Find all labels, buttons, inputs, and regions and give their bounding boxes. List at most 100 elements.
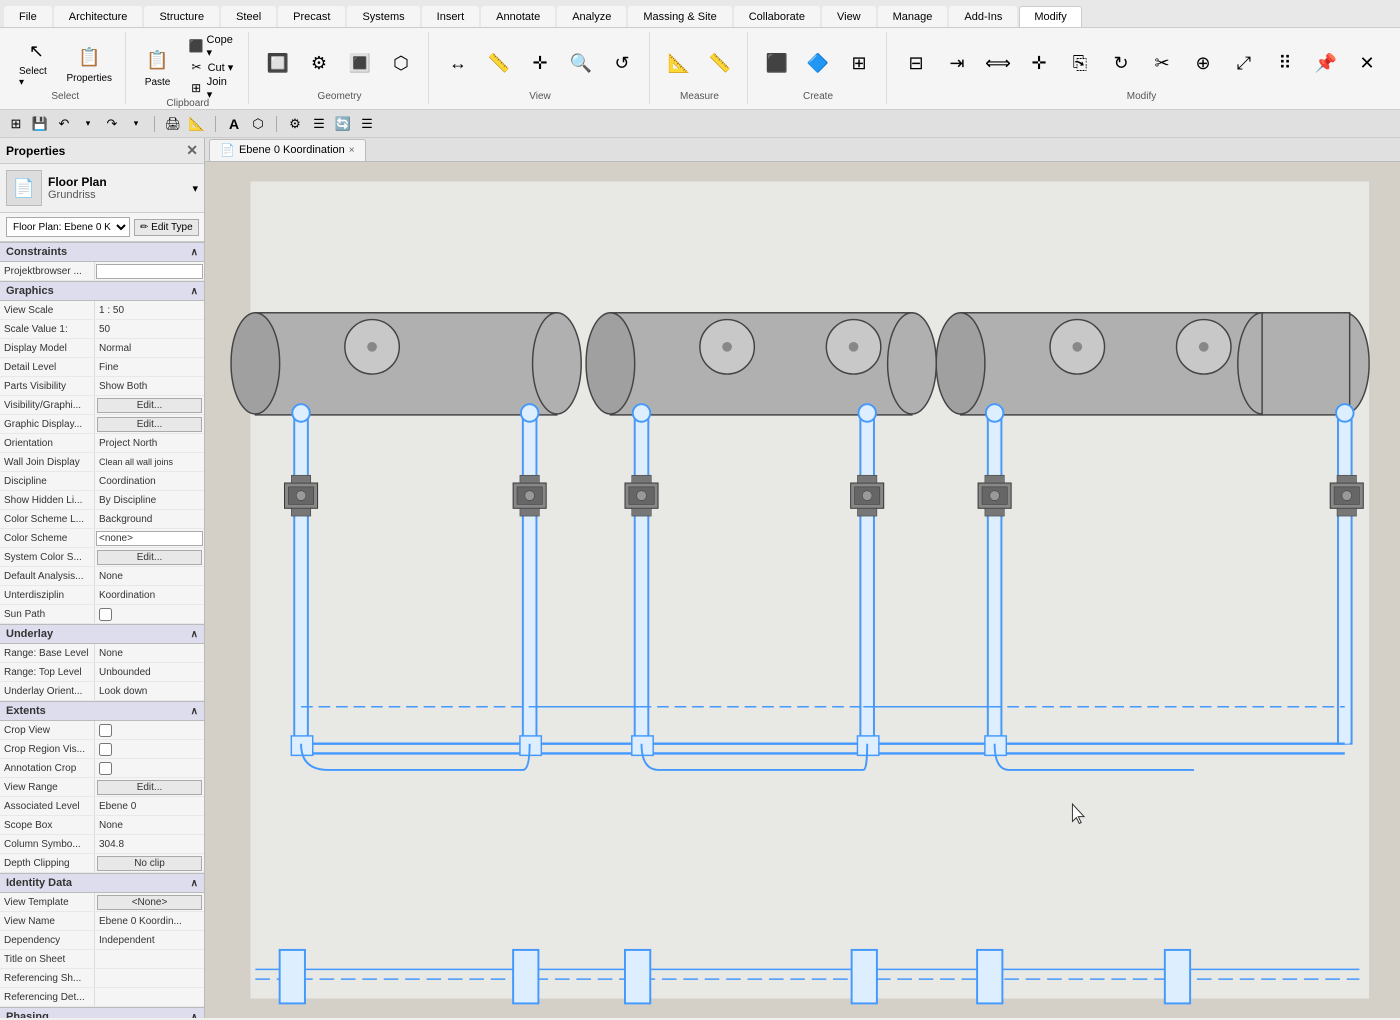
tab-file[interactable]: File	[4, 6, 52, 27]
delete-icon: ✕	[1353, 50, 1381, 78]
tab-systems[interactable]: Systems	[347, 6, 419, 27]
join-button[interactable]: ⊞ Join ▾	[183, 78, 240, 98]
canvas-viewport[interactable]	[205, 162, 1400, 1018]
modify-btn12[interactable]: ✕	[1348, 37, 1386, 91]
create-btn3[interactable]: ⊞	[840, 37, 878, 91]
view-btn5[interactable]: ↺	[603, 37, 641, 91]
qa-undo-button[interactable]: ↶	[54, 114, 74, 134]
tab-label: Ebene 0 Koordination	[239, 144, 345, 156]
section-graphics[interactable]: Graphics ∧	[0, 281, 204, 301]
qa-tag-button[interactable]: ⬡	[248, 114, 268, 134]
panel-close-button[interactable]: ✕	[186, 142, 198, 159]
tab-massing[interactable]: Massing & Site	[628, 6, 731, 27]
select-button[interactable]: ↖ Select ▾	[14, 37, 59, 91]
value-annotation-crop[interactable]	[95, 762, 204, 775]
modify-btn5[interactable]: ⎘	[1061, 37, 1099, 91]
ribbon-tab-bar: File Architecture Structure Steel Precas…	[0, 0, 1400, 28]
canvas-tab-ebene0[interactable]: 📄 Ebene 0 Koordination ×	[209, 139, 366, 161]
qa-filter-button[interactable]: ☰	[309, 114, 329, 134]
cope-button[interactable]: ⬛ Cope ▾	[183, 36, 240, 56]
tab-steel[interactable]: Steel	[221, 6, 276, 27]
paste-button[interactable]: 📋 Paste	[136, 40, 180, 94]
qa-save-button[interactable]: 💾	[30, 114, 50, 134]
sun-path-checkbox[interactable]	[99, 608, 112, 621]
label-orientation: Orientation	[0, 434, 95, 452]
modify-btn6[interactable]: ↻	[1102, 37, 1140, 91]
view-btn4[interactable]: 🔍	[562, 37, 600, 91]
btn-depth-clipping[interactable]: No clip	[97, 856, 202, 871]
qa-settings-button[interactable]: ⚙	[285, 114, 305, 134]
section-underlay[interactable]: Underlay ∧	[0, 624, 204, 644]
tab-addins[interactable]: Add-Ins	[949, 6, 1017, 27]
edit-type-button[interactable]: ✏ Edit Type	[134, 219, 199, 236]
value-sun-path[interactable]	[95, 608, 204, 621]
btn-view-range[interactable]: Edit...	[97, 780, 202, 795]
label-scope-box: Scope Box	[0, 816, 95, 834]
geometry-btn3[interactable]: 🔳	[341, 37, 379, 91]
view-btn2[interactable]: 📏	[480, 37, 518, 91]
tab-manage[interactable]: Manage	[878, 6, 948, 27]
section-identity-data[interactable]: Identity Data ∧	[0, 873, 204, 893]
modify-btn11[interactable]: 📌	[1307, 37, 1345, 91]
qa-redo-list-button[interactable]: ▾	[126, 114, 146, 134]
create-btn1[interactable]: ⬛	[758, 37, 796, 91]
tab-modify[interactable]: Modify	[1019, 6, 1081, 27]
qa-text-button[interactable]: A	[224, 114, 244, 134]
value-crop-region-vis[interactable]	[95, 743, 204, 756]
measure-btn2[interactable]: 📏	[701, 37, 739, 91]
crop-region-vis-checkbox[interactable]	[99, 743, 112, 756]
properties-button[interactable]: 📋 Properties	[62, 37, 117, 91]
view-btn3[interactable]: ✛	[521, 37, 559, 91]
create-btn2[interactable]: 🔷	[799, 37, 837, 91]
tab-analyze[interactable]: Analyze	[557, 6, 626, 27]
btn-graphic-display[interactable]: Edit...	[97, 417, 202, 432]
qa-options-button[interactable]: ☰	[357, 114, 377, 134]
qa-redo-button[interactable]: ↷	[102, 114, 122, 134]
qa-measure-button[interactable]: 📐	[187, 114, 207, 134]
section-phasing[interactable]: Phasing ∧	[0, 1007, 204, 1018]
modify-btn2[interactable]: ⇥	[938, 37, 976, 91]
tab-collaborate[interactable]: Collaborate	[734, 6, 820, 27]
cut-button[interactable]: ✂ Cut ▾	[183, 57, 240, 77]
section-extents[interactable]: Extents ∧	[0, 701, 204, 721]
tab-close-button[interactable]: ×	[349, 145, 355, 156]
btn-visibility-graphics[interactable]: Edit...	[97, 398, 202, 413]
floor-plan-select[interactable]: Floor Plan: Ebene 0 K	[6, 217, 130, 237]
btn-system-color[interactable]: Edit...	[97, 550, 202, 565]
prop-value-projektbrowser[interactable]	[96, 264, 203, 279]
group-view: ↔ 📏 ✛ 🔍 ↺ View	[431, 32, 650, 104]
modify-btn3[interactable]: ⟺	[979, 37, 1017, 91]
modify-btn7[interactable]: ✂	[1143, 37, 1181, 91]
geometry-btn1[interactable]: 🔲	[259, 37, 297, 91]
array-icon: ⠿	[1271, 50, 1299, 78]
modify-btn8[interactable]: ⊕	[1184, 37, 1222, 91]
section-constraints[interactable]: Constraints ∧	[0, 242, 204, 262]
crop-view-checkbox[interactable]	[99, 724, 112, 737]
measure-btn1[interactable]: 📐	[660, 37, 698, 91]
tab-architecture[interactable]: Architecture	[54, 6, 143, 27]
modify-btn1[interactable]: ⊟	[897, 37, 935, 91]
value-crop-view[interactable]	[95, 724, 204, 737]
btn-view-template[interactable]: <None>	[97, 895, 202, 910]
tab-insert[interactable]: Insert	[422, 6, 480, 27]
modify-btn9[interactable]: ⤢	[1225, 37, 1263, 91]
view-btn1[interactable]: ↔	[439, 37, 477, 91]
modify-btn4[interactable]: ✛	[1020, 37, 1058, 91]
value-color-scheme[interactable]: <none>	[96, 531, 203, 546]
qa-open-button[interactable]: ⊞	[6, 114, 26, 134]
qa-print-button[interactable]: 🖨	[163, 114, 183, 134]
panel-selector: Floor Plan: Ebene 0 K ✏ Edit Type	[0, 213, 204, 242]
tab-precast[interactable]: Precast	[278, 6, 345, 27]
modify-btn10[interactable]: ⠿	[1266, 37, 1304, 91]
geometry-btn4[interactable]: ⬡	[382, 37, 420, 91]
tab-view[interactable]: View	[822, 6, 876, 27]
annotation-crop-checkbox[interactable]	[99, 762, 112, 775]
tab-structure[interactable]: Structure	[144, 6, 219, 27]
qa-sync-button[interactable]: 🔄	[333, 114, 353, 134]
qa-undo-list-button[interactable]: ▾	[78, 114, 98, 134]
geometry-icon2: ⚙	[305, 50, 333, 78]
create-icon2: 🔷	[804, 50, 832, 78]
tab-floor-plan-icon: 📄	[220, 143, 235, 157]
geometry-btn2[interactable]: ⚙	[300, 37, 338, 91]
tab-annotate[interactable]: Annotate	[481, 6, 555, 27]
